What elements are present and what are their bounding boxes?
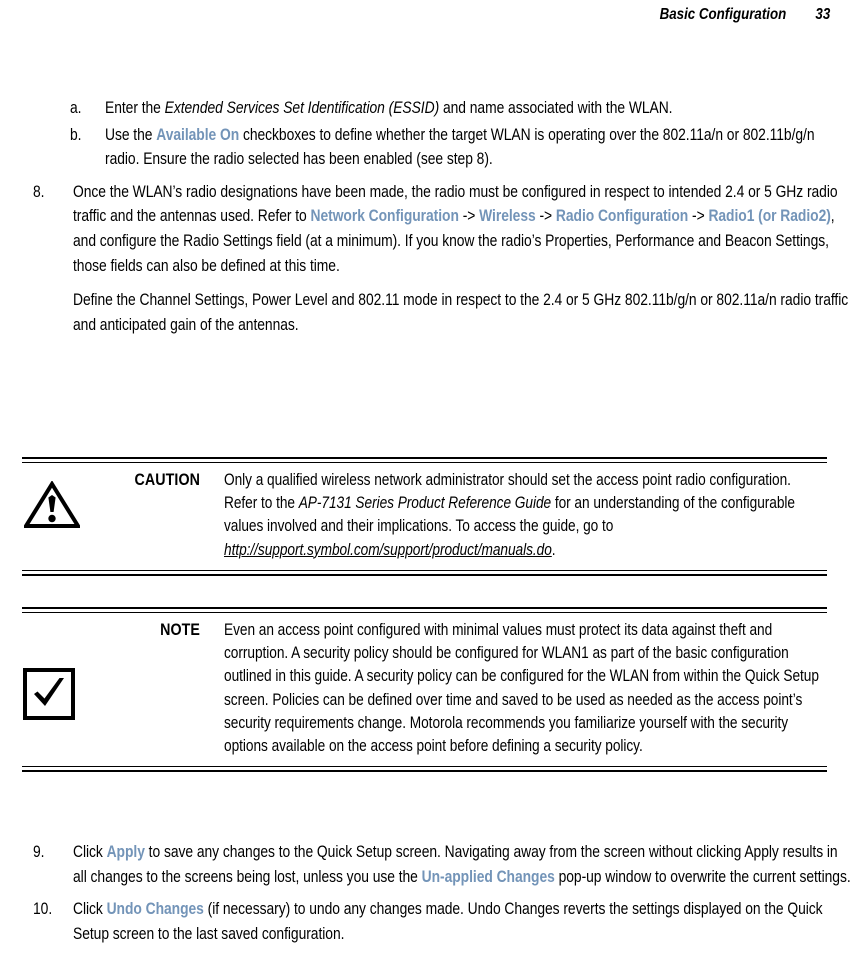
nav-separator: -> xyxy=(688,207,709,226)
text-run: pop-up window to overwrite the current s… xyxy=(554,867,851,886)
nav-separator: -> xyxy=(458,207,480,226)
ui-term: Available On xyxy=(156,125,240,144)
list-marker: 8. xyxy=(33,182,45,201)
text-run: Even an access point configured with min… xyxy=(224,621,819,756)
caution-callout: CAUTION Only a qualified wireless networ… xyxy=(22,457,827,576)
caution-content: CAUTION Only a qualified wireless networ… xyxy=(22,463,827,570)
list-item: 9. Click Apply to save any changes to th… xyxy=(0,840,852,889)
page-header: Basic Configuration 33 xyxy=(0,0,830,30)
list-item: b. Use the Available On checkboxes to de… xyxy=(0,123,852,172)
list-item-text: Once the WLAN’s radio designations have … xyxy=(73,180,852,278)
checkmark-box-icon xyxy=(22,667,76,726)
ui-term: Wireless xyxy=(479,207,536,226)
list-item-text: Enter the Extended Services Set Identifi… xyxy=(105,96,852,121)
list-item-text: Click Undo Changes (if necessary) to und… xyxy=(73,897,852,946)
document-body: a. Enter the Extended Services Set Ident… xyxy=(0,96,852,337)
list-marker: b. xyxy=(70,125,82,144)
ui-term: Un-applied Changes xyxy=(421,867,555,886)
note-callout: NOTE Even an access point configured wit… xyxy=(22,607,827,773)
text-run: . xyxy=(551,540,556,559)
page-number: 33 xyxy=(815,6,830,23)
list-item-text: Click Apply to save any changes to the Q… xyxy=(73,840,852,889)
list-item: 10. Click Undo Changes (if necessary) to… xyxy=(0,897,852,946)
caution-text-cell: Only a qualified wireless network admini… xyxy=(212,469,827,562)
text-run: Enter the xyxy=(105,99,165,117)
note-label: NOTE xyxy=(160,621,200,639)
list-item: a. Enter the Extended Services Set Ident… xyxy=(0,96,852,121)
ui-term: Apply xyxy=(106,843,145,861)
caution-icon-cell xyxy=(22,469,112,534)
text-run: Click xyxy=(73,900,107,919)
support-url-link[interactable]: http://support.symbol.com/support/produc… xyxy=(224,541,552,559)
list-item: 8. Once the WLAN’s radio designations ha… xyxy=(0,180,852,278)
list-marker: a. xyxy=(70,99,82,117)
warning-triangle-icon xyxy=(22,480,82,534)
paragraph: Define the Channel Settings, Power Level… xyxy=(0,288,852,337)
caution-label: CAUTION xyxy=(134,471,200,489)
text-run: and name associated with the WLAN. xyxy=(439,99,673,117)
ui-term: Radio Configuration xyxy=(555,207,689,226)
caution-text: Only a qualified wireless network admini… xyxy=(224,469,827,562)
note-text: Even an access point configured with min… xyxy=(224,619,827,758)
ui-term: Radio1 (or Radio2) xyxy=(708,207,831,226)
paragraph-text: Define the Channel Settings, Power Level… xyxy=(73,291,849,334)
list-item-text: Use the Available On checkboxes to defin… xyxy=(105,123,852,172)
ui-term: Undo Changes xyxy=(106,900,204,919)
ui-term: Network Configuration xyxy=(310,207,459,226)
note-content: NOTE Even an access point configured wit… xyxy=(22,613,827,766)
list-marker: 10. xyxy=(33,900,53,919)
text-run: Click xyxy=(73,843,107,861)
list-marker: 9. xyxy=(33,843,45,861)
emphasis-text: AP-7131 Series Product Reference Guide xyxy=(298,494,552,513)
note-icon-cell xyxy=(22,619,112,726)
note-text-cell: Even an access point configured with min… xyxy=(212,619,827,758)
document-body-lower: 9. Click Apply to save any changes to th… xyxy=(0,840,852,946)
emphasis-text: Extended Services Set Identification (ES… xyxy=(164,99,440,117)
rule xyxy=(22,770,827,773)
nav-separator: -> xyxy=(535,207,556,226)
rule xyxy=(22,573,827,576)
text-run: Use the xyxy=(105,125,157,144)
header-chapter-title: Basic Configuration xyxy=(660,6,787,23)
